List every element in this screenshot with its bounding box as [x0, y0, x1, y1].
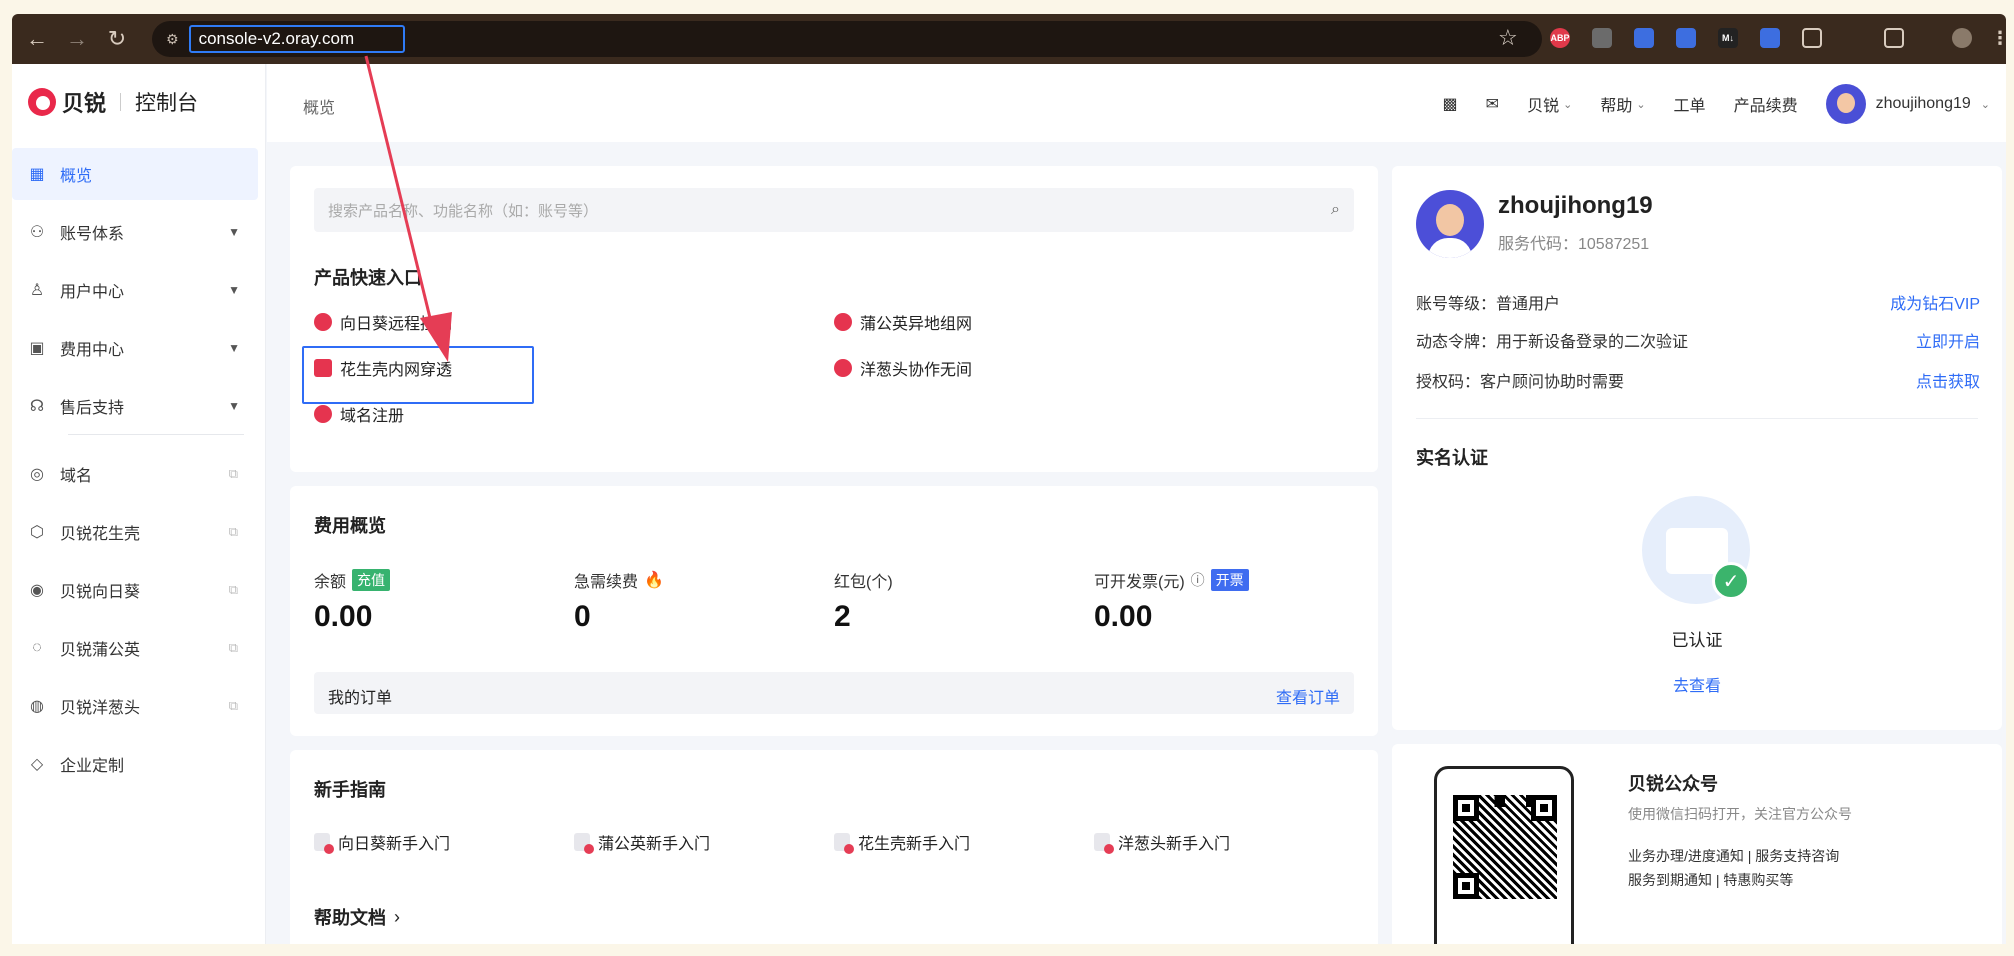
arrow-shaft: [364, 55, 434, 327]
arrow-head: [420, 312, 452, 362]
annotation-arrow: [364, 55, 452, 362]
